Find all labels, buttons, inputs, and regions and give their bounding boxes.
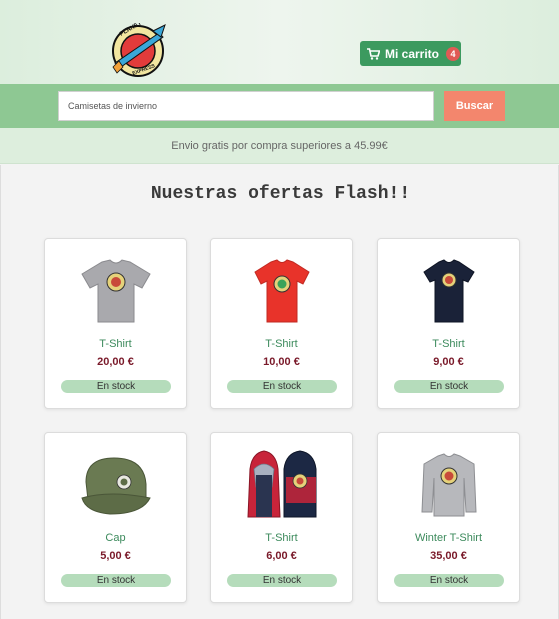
red-tshirt-icon	[253, 259, 310, 323]
product-name[interactable]: Cap	[45, 532, 186, 544]
product-price: 9,00 €	[433, 356, 464, 368]
stock-badge: En stock	[394, 380, 504, 393]
product-card[interactable]: T-Shirt 20,00 € En stock	[44, 238, 187, 409]
search-button[interactable]: Buscar	[444, 91, 505, 121]
cart-label: Mi carrito	[385, 46, 440, 61]
product-price: 6,00 €	[266, 550, 297, 562]
header: PLANET EXPRESS Mi carrito 4	[0, 0, 559, 84]
grey-sweatshirt-icon	[420, 453, 477, 517]
product-image[interactable]	[378, 445, 519, 525]
cart-count-badge: 4	[446, 46, 461, 61]
product-name[interactable]: T-Shirt	[378, 338, 519, 350]
free-shipping-notice: Envio gratis por compra superiores a 45.…	[0, 128, 559, 164]
stock-badge: En stock	[61, 380, 171, 393]
product-image[interactable]	[211, 251, 352, 331]
product-image[interactable]	[378, 251, 519, 331]
main-content: Nuestras ofertas Flash!! T-Shirt 20,00 €…	[0, 165, 559, 619]
search-input[interactable]	[58, 91, 434, 121]
product-name[interactable]: T-Shirt	[45, 338, 186, 350]
cart-button[interactable]: Mi carrito 4	[360, 41, 461, 66]
stock-badge: En stock	[61, 574, 171, 587]
product-card[interactable]: T-Shirt 6,00 € En stock	[210, 432, 353, 603]
search-bar: Buscar	[0, 84, 559, 128]
product-price: 20,00 €	[97, 356, 134, 368]
product-card[interactable]: T-Shirt 10,00 € En stock	[210, 238, 353, 409]
product-image[interactable]	[45, 445, 186, 525]
product-card[interactable]: Winter T-Shirt 35,00 € En stock	[377, 432, 520, 603]
cart-icon	[367, 47, 380, 60]
product-name[interactable]: T-Shirt	[211, 532, 352, 544]
hoodies-icon	[246, 450, 316, 518]
navy-tshirt-icon	[422, 259, 475, 323]
product-price: 5,00 €	[100, 550, 131, 562]
product-image[interactable]	[211, 441, 352, 525]
stock-badge: En stock	[227, 574, 337, 587]
product-card[interactable]: T-Shirt 9,00 € En stock	[377, 238, 520, 409]
grey-tshirt-icon	[80, 259, 151, 323]
olive-cap-icon	[80, 457, 151, 515]
stock-badge: En stock	[227, 380, 337, 393]
planet-express-logo[interactable]: PLANET EXPRESS	[109, 23, 167, 78]
product-price: 35,00 €	[430, 550, 467, 562]
stock-badge: En stock	[394, 574, 504, 587]
product-name[interactable]: T-Shirt	[211, 338, 352, 350]
product-name[interactable]: Winter T-Shirt	[378, 532, 519, 544]
product-card[interactable]: Cap 5,00 € En stock	[44, 432, 187, 603]
product-price: 10,00 €	[263, 356, 300, 368]
section-title: Nuestras ofertas Flash!!	[150, 184, 411, 204]
product-image[interactable]	[45, 251, 186, 331]
